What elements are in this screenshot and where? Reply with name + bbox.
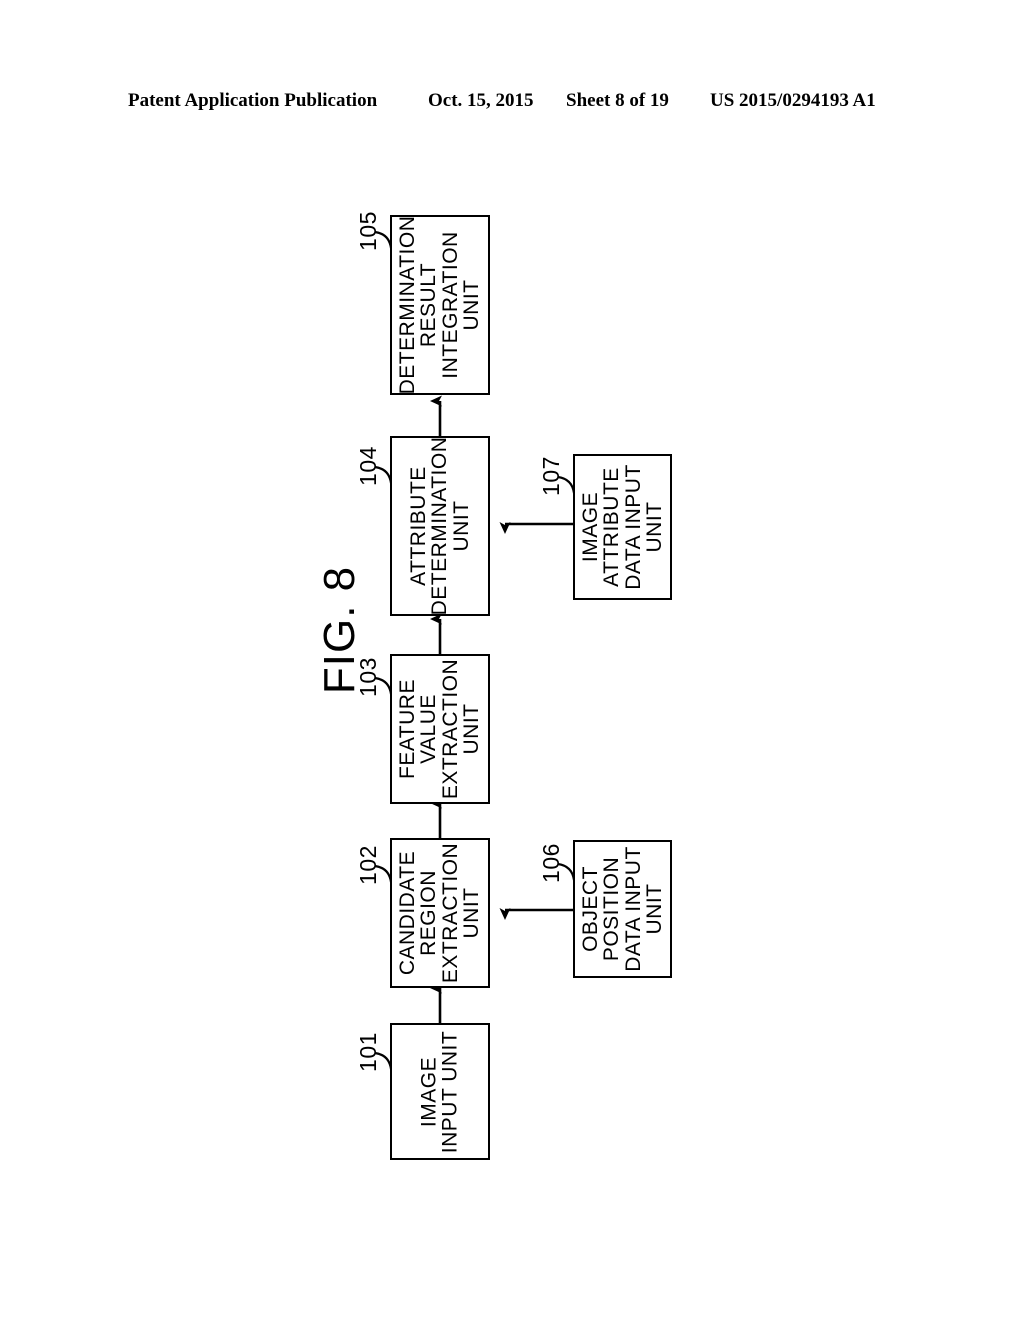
block-label-103: FEATURE VALUE EXTRACTION UNIT bbox=[396, 658, 484, 800]
block-label-105: DETERMINATION RESULT INTEGRATION UNIT bbox=[396, 215, 484, 395]
reference-numeral-102: 102 bbox=[355, 845, 381, 885]
reference-numeral-101: 101 bbox=[355, 1032, 381, 1072]
block-label-102: CANDIDATE REGION EXTRACTION UNIT bbox=[396, 842, 484, 984]
block-label-101: IMAGE INPUT UNIT bbox=[417, 1030, 462, 1153]
reference-numeral-107: 107 bbox=[538, 456, 564, 496]
block-label-107: IMAGE ATTRIBUTE DATA INPUT UNIT bbox=[578, 464, 666, 590]
block-determination-result-integration-unit: DETERMINATION RESULT INTEGRATION UNIT bbox=[390, 215, 490, 395]
block-image-attribute-data-input-unit: IMAGE ATTRIBUTE DATA INPUT UNIT bbox=[573, 454, 672, 600]
block-label-106: OBJECT POSITION DATA INPUT UNIT bbox=[578, 846, 666, 972]
reference-numeral-106: 106 bbox=[538, 843, 564, 883]
block-image-input-unit: IMAGE INPUT UNIT bbox=[390, 1023, 490, 1160]
reference-numeral-105: 105 bbox=[355, 211, 381, 251]
reference-numeral-103: 103 bbox=[355, 657, 381, 697]
block-object-position-data-input-unit: OBJECT POSITION DATA INPUT UNIT bbox=[573, 840, 672, 978]
figure-connectors bbox=[374, 230, 589, 1088]
reference-numeral-104: 104 bbox=[355, 446, 381, 486]
block-feature-value-extraction-unit: FEATURE VALUE EXTRACTION UNIT bbox=[390, 654, 490, 804]
patent-figure: FIG. 8 DETERMINATION RESULT INTEGRATION … bbox=[0, 0, 1024, 1320]
block-label-104: ATTRIBUTE DETERMINATION UNIT bbox=[406, 436, 473, 616]
block-candidate-region-extraction-unit: CANDIDATE REGION EXTRACTION UNIT bbox=[390, 838, 490, 988]
block-attribute-determination-unit: ATTRIBUTE DETERMINATION UNIT bbox=[390, 436, 490, 616]
